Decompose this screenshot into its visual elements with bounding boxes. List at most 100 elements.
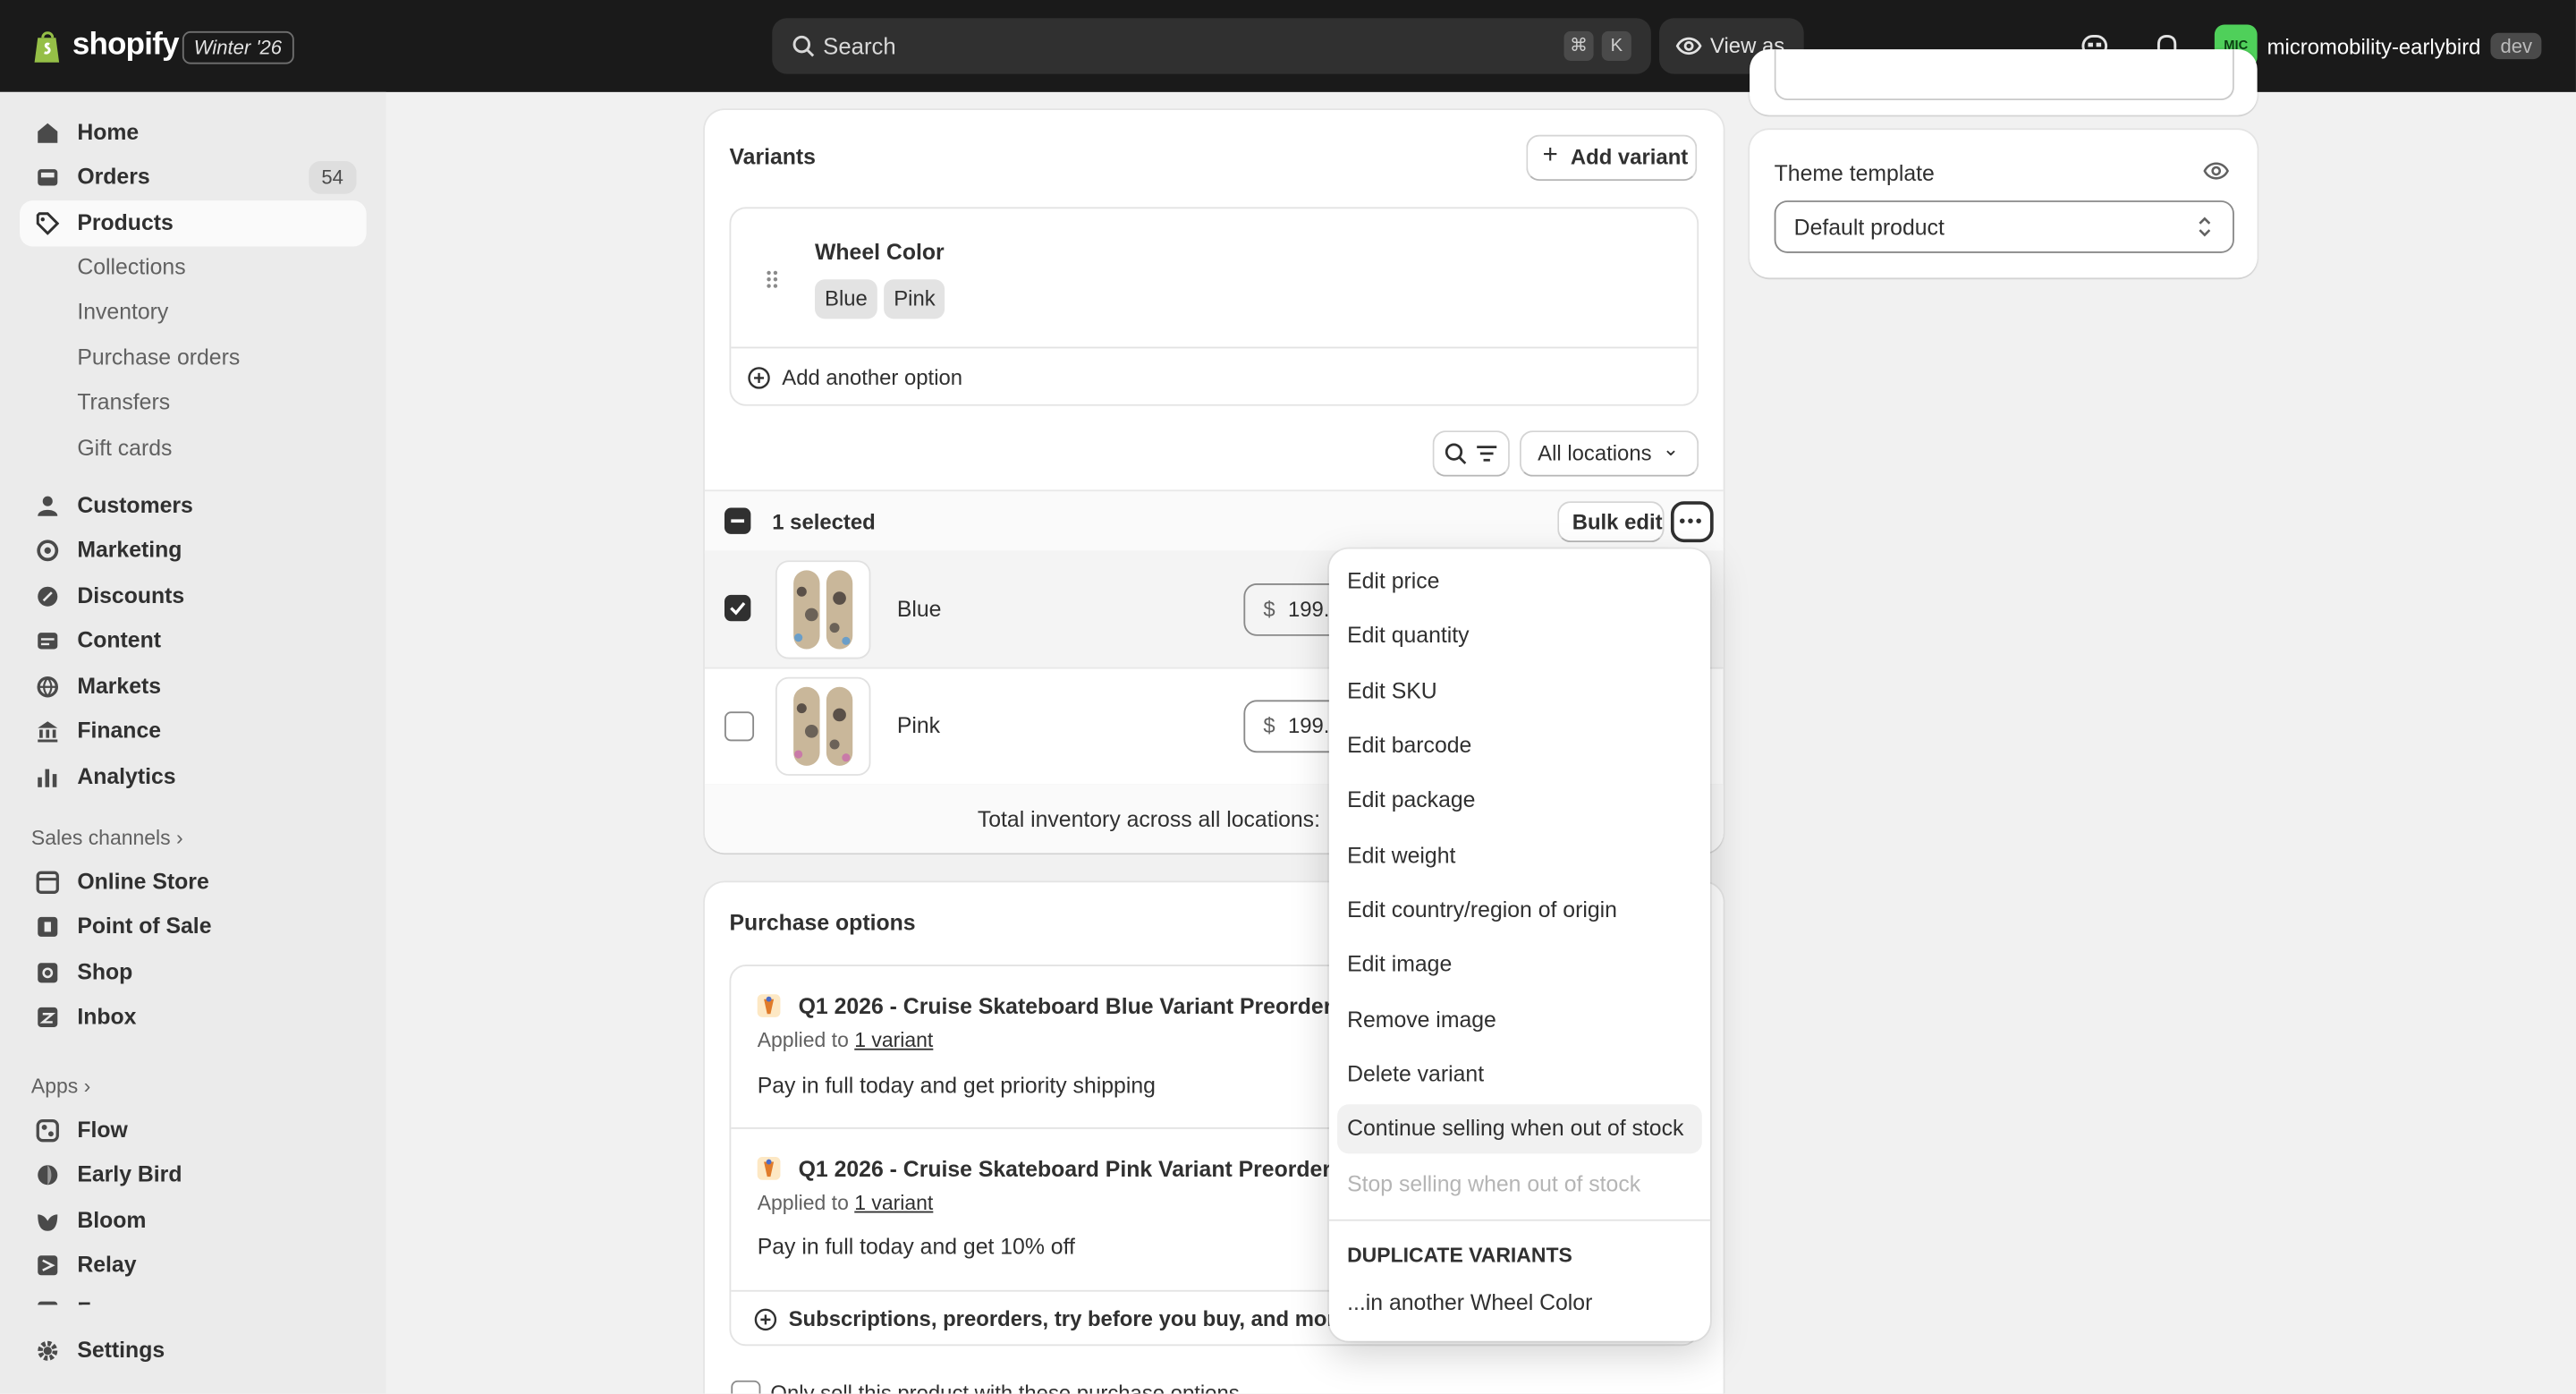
- target-icon: [37, 540, 59, 562]
- apps-header[interactable]: Apps ›: [31, 1075, 90, 1098]
- variant-thumbnail[interactable]: [775, 676, 871, 776]
- sidebar-item-forms[interactable]: Forms: [20, 1288, 367, 1305]
- sidebar-item-orders[interactable]: Orders 54: [20, 155, 367, 200]
- sidebar-item-products[interactable]: Products: [20, 200, 367, 247]
- sidebar-sub-collections[interactable]: Collections: [77, 248, 185, 287]
- locations-select[interactable]: All locations ⌄: [1519, 430, 1699, 477]
- menu-divider: [1328, 1219, 1711, 1221]
- sidebar-item-finance[interactable]: Finance: [20, 709, 367, 754]
- shopify-bag-icon: [34, 30, 60, 62]
- sidebar-item-early-bird[interactable]: Early Bird: [20, 1152, 367, 1198]
- plan-description: Pay in full today and get 10% off: [757, 1234, 1075, 1259]
- variant-checkbox[interactable]: [724, 711, 755, 742]
- drag-handle-icon[interactable]: [766, 269, 779, 289]
- option-name[interactable]: Wheel Color: [815, 240, 945, 265]
- menu-item-edit-barcode[interactable]: Edit barcode: [1337, 721, 1702, 770]
- shortcut-cmd: ⌘: [1563, 30, 1594, 61]
- gear-icon: [38, 1340, 58, 1361]
- sidebar-item-shop[interactable]: Shop: [20, 950, 367, 996]
- sidebar-item-label: Point of Sale: [77, 914, 212, 939]
- plan-applied-link[interactable]: 1 variant: [854, 1192, 933, 1215]
- sidebar-item-marketing[interactable]: Marketing: [20, 528, 367, 574]
- selected-count: 1 selected: [772, 509, 876, 534]
- sidebar-item-analytics[interactable]: Analytics: [20, 754, 367, 800]
- variant-checkbox-checked[interactable]: [724, 594, 751, 622]
- theme-template-select[interactable]: Default product: [1774, 200, 2234, 253]
- menu-item-label: Remove image: [1347, 1007, 1496, 1033]
- sidebar-sub-inventory[interactable]: Inventory: [77, 293, 168, 332]
- theme-template-title: Theme template: [1774, 160, 1935, 186]
- sidebar-scroll-clip: Forms: [0, 1279, 386, 1305]
- sidebar-item-label: Home: [77, 120, 140, 145]
- sidebar-item-discounts[interactable]: Discounts: [20, 574, 367, 619]
- edition-badge[interactable]: Winter '26: [182, 30, 293, 64]
- sidebar-item-home[interactable]: Home: [20, 110, 367, 156]
- sidebar-item-label: Discounts: [77, 583, 185, 608]
- sales-channels-header[interactable]: Sales channels ›: [31, 827, 183, 850]
- plan-title[interactable]: Q1 2026 - Cruise Skateboard Pink Variant…: [799, 1157, 1343, 1182]
- add-variant-button[interactable]: + Add variant: [1526, 134, 1698, 182]
- sales-channels-label: Sales channels: [30, 826, 171, 850]
- only-sell-label: Only sell this product with these purcha…: [770, 1380, 1240, 1394]
- sidebar-item-label: Forms: [77, 1288, 145, 1305]
- search-placeholder: Search: [823, 32, 896, 60]
- menu-item-label: Edit country/region of origin: [1347, 897, 1617, 922]
- select-all-checkbox[interactable]: [724, 507, 751, 534]
- menu-item-continue-selling[interactable]: Continue selling when out of stock: [1337, 1104, 1702, 1154]
- select-field-partial[interactable]: [1774, 49, 2234, 101]
- sidebar-item-label: Products: [77, 210, 174, 235]
- plan-applied-link[interactable]: 1 variant: [854, 1029, 933, 1052]
- sidebar-item-label: Bloom: [77, 1207, 147, 1233]
- store-menu[interactable]: MIC micromobility-earlybird dev: [2214, 24, 2543, 68]
- bulk-action-bar: 1 selected Bulk edit: [704, 489, 1724, 554]
- menu-item-label: Edit price: [1347, 568, 1440, 594]
- menu-item-edit-country[interactable]: Edit country/region of origin: [1337, 886, 1702, 935]
- sidebar-item-markets[interactable]: Markets: [20, 664, 367, 710]
- menu-item-edit-image[interactable]: Edit image: [1337, 940, 1702, 990]
- ellipsis-icon: [1680, 518, 1701, 523]
- search-filter-button[interactable]: [1432, 430, 1510, 477]
- menu-item-delete-variant[interactable]: Delete variant: [1337, 1050, 1702, 1100]
- menu-item-label: Stop selling when out of stock: [1347, 1171, 1641, 1197]
- sidebar-item-settings[interactable]: Settings: [20, 1328, 367, 1373]
- option-values[interactable]: Blue Pink: [815, 279, 952, 319]
- chevron-right-icon: ›: [83, 1075, 91, 1098]
- sidebar-sub-transfers[interactable]: Transfers: [77, 383, 170, 422]
- sidebar-item-bloom[interactable]: Bloom: [20, 1198, 367, 1244]
- shopify-logo[interactable]: shopify: [33, 28, 180, 64]
- sidebar-item-content[interactable]: Content: [20, 618, 367, 664]
- sidebar-item-online-store[interactable]: Online Store: [20, 860, 367, 905]
- search-bar[interactable]: Search ⌘ K: [772, 18, 1651, 74]
- plus-circle-icon: [748, 367, 770, 389]
- menu-item-duplicate-wheel-color[interactable]: ...in another Wheel Color: [1337, 1279, 1702, 1328]
- sidebar-item-label: Analytics: [77, 764, 176, 789]
- eye-icon[interactable]: [2203, 159, 2230, 183]
- search-icon: [792, 35, 815, 57]
- sidebar-item-label: Finance: [77, 718, 162, 744]
- menu-item-edit-quantity[interactable]: Edit quantity: [1337, 611, 1702, 660]
- plus-circle-icon: [754, 1308, 777, 1331]
- theme-template-card: Theme template Default product: [1750, 130, 2258, 278]
- menu-item-edit-weight[interactable]: Edit weight: [1337, 831, 1702, 880]
- menu-item-remove-image[interactable]: Remove image: [1337, 996, 1702, 1045]
- menu-item-edit-price[interactable]: Edit price: [1337, 557, 1702, 607]
- sidebar-item-inbox[interactable]: Inbox: [20, 994, 367, 1040]
- menu-item-edit-package[interactable]: Edit package: [1337, 776, 1702, 825]
- duplicate-variants-header: DUPLICATE VARIANTS: [1347, 1244, 1572, 1268]
- variant-thumbnail[interactable]: [775, 560, 871, 659]
- add-variant-label: Add variant: [1570, 144, 1689, 170]
- menu-item-edit-sku[interactable]: Edit SKU: [1337, 667, 1702, 717]
- sidebar-item-label: Orders: [77, 164, 150, 190]
- bulk-edit-button[interactable]: Bulk edit: [1557, 501, 1665, 543]
- more-actions-button[interactable]: [1670, 501, 1714, 543]
- only-sell-checkbox[interactable]: [731, 1380, 761, 1394]
- plan-title[interactable]: Q1 2026 - Cruise Skateboard Blue Variant…: [799, 994, 1345, 1019]
- sidebar-sub-gift-cards[interactable]: Gift cards: [77, 429, 172, 468]
- discount-icon: [38, 586, 58, 607]
- sidebar-item-flow[interactable]: Flow: [20, 1108, 367, 1153]
- sidebar-item-customers[interactable]: Customers: [20, 483, 367, 529]
- add-purchase-options-label: Subscriptions, preorders, try before you…: [788, 1306, 1348, 1331]
- sidebar-item-point-of-sale[interactable]: Point of Sale: [20, 904, 367, 949]
- sidebar-sub-purchase-orders[interactable]: Purchase orders: [77, 338, 240, 378]
- sidebar-item-label: Customers: [77, 493, 193, 518]
